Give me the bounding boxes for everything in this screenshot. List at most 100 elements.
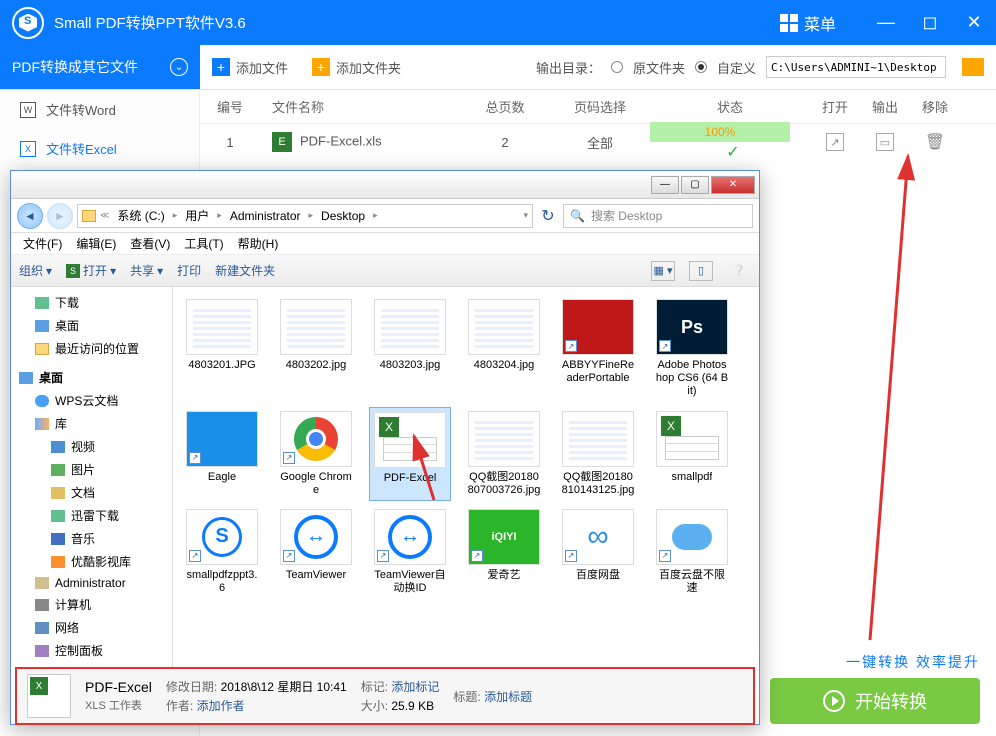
view-mode-button[interactable]: ▦ ▾: [651, 261, 675, 281]
menu-file[interactable]: 文件(F): [17, 233, 68, 254]
sidebar-item-word[interactable]: W 文件转Word: [0, 90, 199, 129]
tree-icon: [51, 487, 65, 499]
output-label: 输出目录：: [536, 58, 601, 77]
refresh-button[interactable]: ↻: [537, 205, 559, 227]
file-item[interactable]: ∞↗百度网盘: [557, 505, 639, 599]
menu-view[interactable]: 查看(V): [124, 233, 176, 254]
file-item[interactable]: QQ截图20180810143125.jpg: [557, 407, 639, 501]
file-item[interactable]: 4803203.jpg: [369, 295, 451, 403]
tree-item[interactable]: 文档: [11, 481, 172, 504]
file-item[interactable]: ↔↗TeamViewer自动换ID: [369, 505, 451, 599]
file-item[interactable]: QQ截图20180807003726.jpg: [463, 407, 545, 501]
excel-file-icon: E: [272, 132, 292, 152]
tb-share[interactable]: 共享 ▾: [130, 262, 163, 279]
tree-item[interactable]: 控制面板: [11, 639, 172, 662]
tree-item[interactable]: 最近访问的位置: [11, 337, 172, 360]
tree-icon: [19, 372, 33, 384]
sidebar-header[interactable]: PDF转换成其它文件 ⌄: [0, 45, 200, 89]
menu-help[interactable]: 帮助(H): [232, 233, 285, 254]
folder-tree[interactable]: 下载桌面最近访问的位置桌面WPS云文档库视频图片文档迅雷下载音乐优酷影视库Adm…: [11, 287, 173, 667]
sidebar-item-excel[interactable]: X 文件转Excel: [0, 129, 199, 168]
radio-original[interactable]: [611, 61, 623, 73]
open-button[interactable]: ↗: [826, 133, 844, 151]
details-name: PDF-Excel: [85, 679, 152, 695]
file-label: 百度网盘: [576, 569, 620, 582]
app-icon: ↗: [656, 509, 728, 565]
image-thumb-icon: [280, 299, 352, 355]
breadcrumb-seg[interactable]: 用户: [181, 207, 213, 224]
tree-item[interactable]: 桌面: [11, 366, 172, 389]
tb-open[interactable]: S打开 ▾: [66, 262, 116, 279]
file-item[interactable]: 4803202.jpg: [275, 295, 357, 403]
shortcut-icon: ↗: [565, 550, 577, 562]
breadcrumb-seg[interactable]: Desktop: [317, 209, 369, 223]
file-item[interactable]: XPDF-Excel: [369, 407, 451, 501]
nav-back-button[interactable]: ◄: [17, 203, 43, 229]
table-row[interactable]: 1 EPDF-Excel.xls 2 全部 100%✓ ↗ ▭ 🗑: [200, 124, 996, 160]
menu-button[interactable]: 菜单: [770, 7, 846, 39]
tree-item[interactable]: 优酷影视库: [11, 550, 172, 573]
nav-forward-button[interactable]: ►: [47, 203, 73, 229]
menu-edit[interactable]: 编辑(E): [70, 233, 122, 254]
add-file-button[interactable]: + 添加文件: [200, 58, 300, 77]
output-button[interactable]: ▭: [876, 133, 894, 151]
file-item[interactable]: ↔↗TeamViewer: [275, 505, 357, 599]
dialog-close-button[interactable]: ✕: [711, 176, 755, 194]
th-remove: 移除: [910, 97, 960, 116]
app-icon: iQIYI↗: [468, 509, 540, 565]
details-tag[interactable]: 添加标记: [391, 680, 439, 694]
tree-item[interactable]: 图片: [11, 458, 172, 481]
dialog-minimize-button[interactable]: —: [651, 176, 679, 194]
breadcrumb-seg[interactable]: Administrator: [226, 209, 305, 223]
th-num: 编号: [200, 97, 260, 116]
tb-print[interactable]: 打印: [177, 262, 201, 279]
file-item[interactable]: Xsmallpdf: [651, 407, 733, 501]
file-item[interactable]: S↗smallpdfzppt3.6: [181, 505, 263, 599]
tree-item[interactable]: 库: [11, 412, 172, 435]
file-item[interactable]: ↗百度云盘不限速: [651, 505, 733, 599]
maximize-button[interactable]: ◻: [920, 12, 940, 33]
tree-item[interactable]: 视频: [11, 435, 172, 458]
tree-item[interactable]: 迅雷下载: [11, 504, 172, 527]
search-input[interactable]: 🔍 搜索 Desktop: [563, 204, 753, 228]
preview-pane-button[interactable]: ▯: [689, 261, 713, 281]
tree-item[interactable]: WPS云文档: [11, 389, 172, 412]
app-icon: ↗: [562, 299, 634, 355]
file-item[interactable]: 4803204.jpg: [463, 295, 545, 403]
menu-tools[interactable]: 工具(T): [178, 233, 229, 254]
tree-item[interactable]: 桌面: [11, 314, 172, 337]
help-button[interactable]: ❔: [727, 261, 751, 281]
file-item[interactable]: ↗ ABBYYFineReaderPortable: [557, 295, 639, 403]
file-item[interactable]: Ps↗Adobe Photoshop CS6 (64 Bit): [651, 295, 733, 403]
output-path-input[interactable]: [766, 56, 946, 78]
radio-custom[interactable]: [695, 61, 707, 73]
tree-item[interactable]: 音乐: [11, 527, 172, 550]
file-label: PDF-Excel: [384, 472, 437, 485]
tree-item[interactable]: 下载: [11, 291, 172, 314]
file-item[interactable]: ↗Google Chrome: [275, 407, 357, 501]
tree-item[interactable]: 计算机: [11, 593, 172, 616]
tree-item[interactable]: Administrator: [11, 573, 172, 593]
file-item[interactable]: ↗Eagle: [181, 407, 263, 501]
file-item[interactable]: 4803201.JPG: [181, 295, 263, 403]
close-button[interactable]: ✕: [964, 12, 984, 33]
add-folder-button[interactable]: + 添加文件夹: [300, 58, 413, 77]
tree-item[interactable]: 网络: [11, 616, 172, 639]
file-label: 4803201.JPG: [188, 359, 255, 372]
start-convert-button[interactable]: 开始转换: [770, 678, 980, 724]
browse-folder-button[interactable]: [962, 58, 984, 76]
tb-organize[interactable]: 组织 ▾: [19, 262, 52, 279]
file-item[interactable]: iQIYI↗爱奇艺: [463, 505, 545, 599]
remove-button[interactable]: 🗑: [925, 134, 945, 151]
details-author[interactable]: 添加作者: [197, 699, 245, 713]
cell-num: 1: [200, 135, 260, 150]
file-label: ABBYYFineReaderPortable: [561, 359, 635, 385]
file-grid[interactable]: 4803201.JPG 4803202.jpg4803203.jpg4803204…: [173, 287, 759, 667]
details-title[interactable]: 添加标题: [484, 690, 532, 704]
tb-new-folder[interactable]: 新建文件夹: [215, 262, 275, 279]
dialog-maximize-button[interactable]: ▢: [681, 176, 709, 194]
minimize-button[interactable]: —: [876, 12, 896, 33]
breadcrumb-seg[interactable]: 系统 (C:): [113, 207, 168, 224]
breadcrumb[interactable]: ≪ 系统 (C:)▸ 用户▸ Administrator▸ Desktop▸ ▾: [77, 204, 533, 228]
th-output: 输出: [860, 97, 910, 116]
